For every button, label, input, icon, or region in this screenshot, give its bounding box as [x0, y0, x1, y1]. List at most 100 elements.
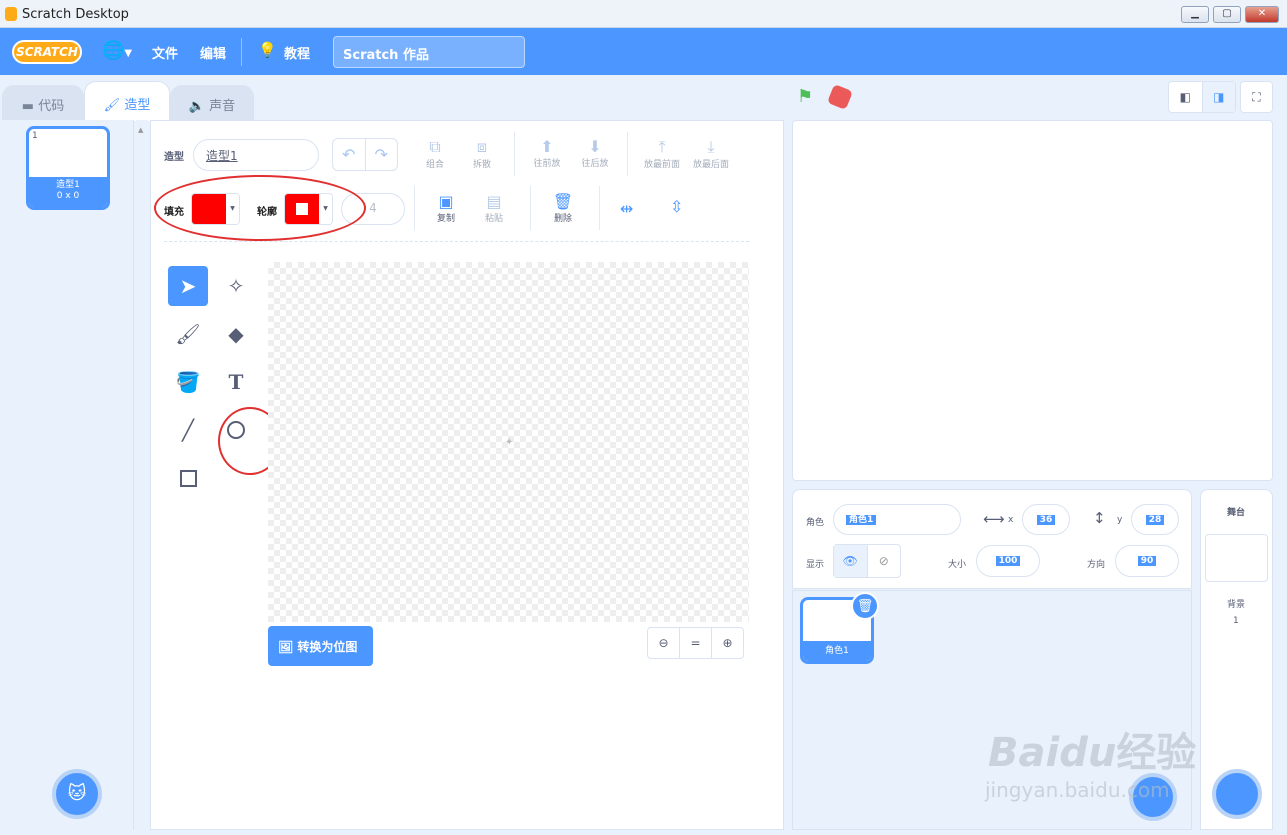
- rectangle-tool-icon[interactable]: [168, 458, 208, 498]
- close-button[interactable]: ✕: [1245, 6, 1279, 23]
- x-label: x: [1008, 515, 1014, 525]
- tutorials-menu[interactable]: 教程: [284, 43, 310, 62]
- vertical-arrows-icon: ↕: [1093, 509, 1106, 527]
- undo-redo-group: ↶ ↷: [332, 138, 398, 171]
- language-globe-icon[interactable]: 🌐▼: [102, 40, 132, 61]
- visibility-toggle: 👁 ⊘: [833, 544, 901, 578]
- tab-code[interactable]: ▬ 代码: [2, 85, 84, 121]
- large-stage-icon[interactable]: ◨: [1202, 82, 1235, 112]
- y-label: y: [1117, 515, 1123, 525]
- divider: [414, 186, 415, 230]
- costume-thumb-name: 造型1: [56, 180, 80, 190]
- drawing-canvas[interactable]: ✦: [268, 262, 749, 622]
- trash-icon: 🗑: [552, 192, 574, 211]
- stop-icon[interactable]: [826, 83, 854, 111]
- file-menu[interactable]: 文件: [152, 43, 178, 62]
- divider: [627, 132, 628, 176]
- add-backdrop-button[interactable]: [1212, 769, 1262, 819]
- forward-button[interactable]: ⬆ 往前放: [530, 137, 564, 169]
- stage-size-toggle: ◧ ◨: [1168, 81, 1236, 113]
- horizontal-arrows-icon: ⟷: [983, 510, 1005, 528]
- project-title-input[interactable]: Scratch 作品: [333, 36, 525, 68]
- undo-icon[interactable]: ↶: [333, 139, 366, 170]
- stage-canvas[interactable]: [792, 120, 1273, 481]
- show-label: 显示: [806, 560, 825, 570]
- costume-thumb-size: 0 x 0: [56, 191, 80, 201]
- backdrops-label: 背景: [1227, 600, 1246, 610]
- copy-icon: ▣: [438, 192, 454, 211]
- menu-bar: SCRATCH 🌐▼ 文件 编辑 💡 教程 Scratch 作品: [0, 28, 1287, 75]
- direction-input[interactable]: 90: [1115, 545, 1179, 577]
- costume-index: 1: [32, 131, 38, 141]
- flip-vertical-icon[interactable]: ⇳: [670, 197, 683, 216]
- arrow-up-icon: ⬆: [540, 137, 554, 156]
- divider: [599, 186, 600, 230]
- watermark-url: jingyan.baidu.com: [985, 778, 1170, 802]
- divider: [514, 132, 515, 176]
- scrollbar[interactable]: ▲: [136, 120, 148, 830]
- zoom-reset-icon[interactable]: =: [680, 628, 712, 658]
- paste-icon: ▤: [486, 192, 502, 211]
- tab-costumes[interactable]: 🖌 造型: [84, 81, 170, 121]
- green-flag-icon[interactable]: ⚑: [797, 86, 813, 107]
- sprite-label: 角色: [806, 518, 825, 528]
- y-input[interactable]: 28: [1131, 504, 1179, 535]
- costume-label: 造型1 0 x 0: [29, 177, 107, 207]
- code-icon: ▬: [21, 99, 39, 114]
- window-title: Scratch Desktop: [22, 7, 129, 22]
- size-input[interactable]: 100: [976, 545, 1040, 577]
- text-tool-icon[interactable]: T: [216, 362, 256, 402]
- tab-sounds[interactable]: 🔈 声音: [170, 85, 254, 121]
- zoom-out-icon[interactable]: ⊖: [648, 628, 680, 658]
- delete-sprite-icon[interactable]: 🗑: [851, 592, 879, 620]
- small-stage-icon[interactable]: ◧: [1169, 82, 1203, 112]
- convert-bitmap-button[interactable]: 🖼 转换为位图: [268, 626, 373, 666]
- delete-button[interactable]: 🗑 删除: [548, 192, 578, 224]
- direction-label: 方向: [1087, 560, 1106, 570]
- redo-icon[interactable]: ↷: [366, 139, 398, 170]
- costume-name-label: 造型: [164, 152, 184, 163]
- backdrop-thumbnail[interactable]: [1205, 534, 1268, 582]
- zoom-controls: ⊖ = ⊕: [647, 627, 744, 659]
- canvas-center-icon: ✦: [505, 437, 514, 448]
- cat-icon: 🐱: [67, 783, 87, 804]
- choose-costume-button[interactable]: 🐱: [52, 769, 102, 819]
- brush-icon: 🖌: [103, 98, 125, 113]
- costume-thumbnail[interactable]: 1 造型1 0 x 0: [26, 126, 110, 210]
- zoom-in-icon[interactable]: ⊕: [712, 628, 743, 658]
- lightbulb-icon: 💡: [258, 41, 277, 59]
- ungroup-icon: ⧈: [476, 137, 488, 156]
- fullscreen-icon[interactable]: ⛶: [1240, 81, 1273, 113]
- x-input[interactable]: 36: [1022, 504, 1070, 535]
- edit-menu[interactable]: 编辑: [200, 43, 226, 62]
- front-button[interactable]: ⤒ 放最前面: [640, 137, 684, 170]
- size-label: 大小: [948, 560, 967, 570]
- sprite-name-input[interactable]: 角色1: [833, 504, 961, 535]
- copy-button[interactable]: ▣ 复制: [431, 192, 461, 224]
- speaker-icon: 🔈: [188, 99, 210, 114]
- minimize-button[interactable]: ▁: [1181, 6, 1209, 23]
- costume-name-input[interactable]: 造型1: [193, 139, 319, 171]
- divider: [530, 186, 531, 230]
- scratch-logo[interactable]: SCRATCH: [12, 40, 82, 64]
- brush-tool-icon[interactable]: 🖌: [168, 314, 208, 354]
- select-tool-icon[interactable]: ➤: [168, 266, 208, 306]
- eye-icon[interactable]: 👁: [834, 545, 868, 577]
- paste-button[interactable]: ▤ 粘贴: [479, 192, 509, 224]
- app-icon: [5, 7, 17, 21]
- flip-horizontal-icon[interactable]: ⇹: [620, 199, 633, 218]
- eraser-tool-icon[interactable]: ◆: [216, 314, 256, 354]
- reshape-tool-icon[interactable]: ✧: [216, 266, 256, 306]
- back-button[interactable]: ⤓ 放最后面: [689, 137, 733, 170]
- watermark-logo: Baidu经验: [988, 730, 1197, 776]
- fill-tool-icon[interactable]: 🪣: [168, 362, 208, 402]
- toolbar-separator: [164, 241, 749, 242]
- backward-button[interactable]: ⬇ 往后放: [578, 137, 612, 169]
- group-button[interactable]: ⧉ 组合: [420, 137, 450, 170]
- ungroup-button[interactable]: ⧈ 拆散: [467, 137, 497, 170]
- to-front-icon: ⤒: [658, 137, 666, 156]
- arrow-down-icon: ⬇: [588, 137, 602, 156]
- eye-hidden-icon[interactable]: ⊘: [868, 545, 901, 577]
- maximize-button[interactable]: ▢: [1213, 6, 1241, 23]
- line-tool-icon[interactable]: ╱: [168, 410, 208, 450]
